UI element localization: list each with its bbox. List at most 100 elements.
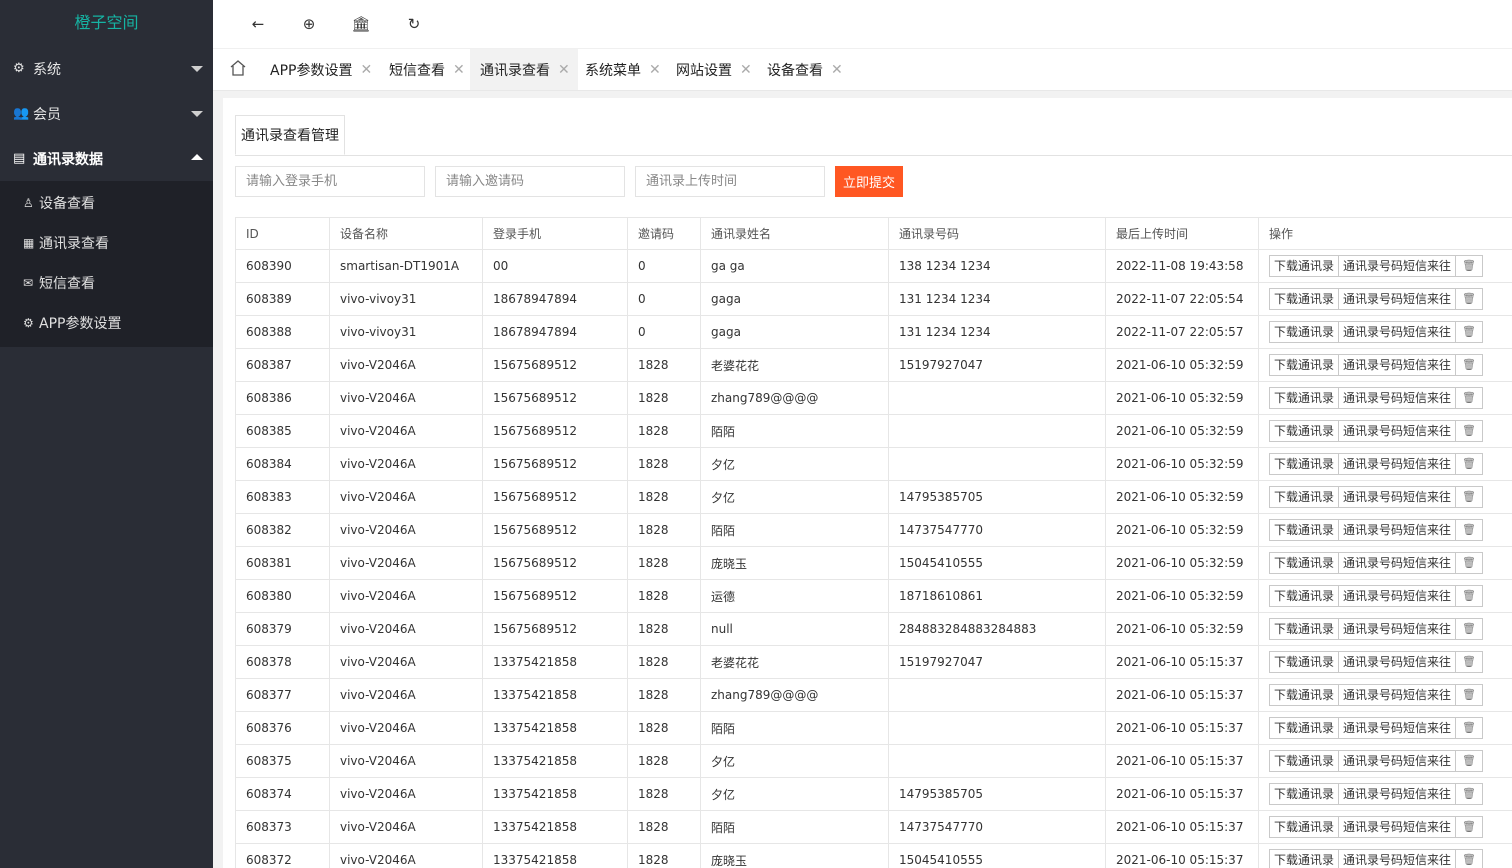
contact-sms-history-button[interactable]: 通讯录号码短信来往 — [1338, 849, 1457, 868]
submit-button[interactable]: 立即提交 — [835, 166, 903, 197]
trash-icon[interactable]: 🗑 — [1455, 255, 1484, 277]
download-contacts-button[interactable]: 下载通讯录 — [1269, 750, 1340, 772]
table-cell: 老婆花花 — [700, 348, 889, 382]
trash-icon[interactable]: 🗑 — [1455, 519, 1484, 541]
download-contacts-button[interactable]: 下载通讯录 — [1269, 321, 1340, 343]
tab-sms[interactable]: 短信查看 ✕ — [379, 49, 467, 90]
table-cell: 13375421858 — [482, 810, 628, 844]
trash-icon[interactable]: 🗑 — [1455, 552, 1484, 574]
close-icon[interactable]: ✕ — [740, 62, 752, 78]
home-icon[interactable] — [229, 59, 247, 77]
trash-icon[interactable]: 🗑 — [1455, 420, 1484, 442]
trash-icon[interactable]: 🗑 — [1455, 585, 1484, 607]
table-cell: 18678947894 — [482, 282, 628, 316]
download-contacts-button[interactable]: 下载通讯录 — [1269, 387, 1340, 409]
contact-sms-history-button[interactable]: 通讯录号码短信来往 — [1338, 552, 1457, 574]
download-contacts-button[interactable]: 下载通讯录 — [1269, 717, 1340, 739]
contact-sms-history-button[interactable]: 通讯录号码短信来往 — [1338, 255, 1457, 277]
download-contacts-button[interactable]: 下载通讯录 — [1269, 618, 1340, 640]
trash-icon[interactable]: 🗑 — [1455, 486, 1484, 508]
trash-icon[interactable]: 🗑 — [1455, 453, 1484, 475]
sidebar-item-devices[interactable]: ♙ 设备查看 — [0, 183, 213, 223]
sidebar-item-app-settings[interactable]: ⚙ APP参数设置 — [0, 303, 213, 343]
close-icon[interactable]: ✕ — [453, 62, 465, 78]
download-contacts-button[interactable]: 下载通讯录 — [1269, 651, 1340, 673]
tab-contacts[interactable]: 通讯录查看 ✕ — [470, 49, 578, 90]
tab-app-settings[interactable]: APP参数设置 ✕ — [260, 49, 375, 90]
trash-icon[interactable]: 🗑 — [1455, 651, 1484, 673]
trash-icon[interactable]: 🗑 — [1455, 684, 1484, 706]
tab-system-menu[interactable]: 系统菜单 ✕ — [575, 49, 665, 90]
trash-icon[interactable]: 🗑 — [1455, 321, 1484, 343]
contact-sms-history-button[interactable]: 通讯录号码短信来往 — [1338, 717, 1457, 739]
close-icon[interactable]: ✕ — [831, 62, 843, 78]
close-icon[interactable]: ✕ — [360, 62, 372, 78]
app-logo[interactable]: 橙子空间 — [0, 0, 213, 46]
download-contacts-button[interactable]: 下载通讯录 — [1269, 519, 1340, 541]
download-contacts-button[interactable]: 下载通讯录 — [1269, 486, 1340, 508]
table-cell: 131 1234 1234 — [888, 282, 1106, 316]
contact-sms-history-button[interactable]: 通讯录号码短信来往 — [1338, 783, 1457, 805]
download-contacts-button[interactable]: 下载通讯录 — [1269, 585, 1340, 607]
download-contacts-button[interactable]: 下载通讯录 — [1269, 420, 1340, 442]
table-cell: 13375421858 — [482, 711, 628, 745]
contact-sms-history-button[interactable]: 通讯录号码短信来往 — [1338, 453, 1457, 475]
contact-sms-history-button[interactable]: 通讯录号码短信来往 — [1338, 651, 1457, 673]
close-icon[interactable]: ✕ — [649, 62, 661, 78]
contact-sms-history-button[interactable]: 通讯录号码短信来往 — [1338, 585, 1457, 607]
refresh-icon[interactable]: ↻ — [403, 13, 425, 35]
trash-icon[interactable]: 🗑 — [1455, 354, 1484, 376]
contact-sms-history-button[interactable]: 通讯录号码短信来往 — [1338, 684, 1457, 706]
tab-label: 设备查看 — [767, 62, 823, 79]
upload-time-input[interactable] — [635, 166, 825, 197]
invite-code-input[interactable] — [435, 166, 625, 197]
table-cell: 1828 — [627, 843, 701, 868]
contact-sms-history-button[interactable]: 通讯录号码短信来往 — [1338, 750, 1457, 772]
tab-devices[interactable]: 设备查看 ✕ — [757, 49, 847, 90]
trash-icon[interactable]: 🗑 — [1455, 618, 1484, 640]
close-icon[interactable]: ✕ — [558, 62, 570, 78]
panel-tab-title[interactable]: 通讯录查看管理 — [235, 115, 345, 155]
contact-sms-history-button[interactable]: 通讯录号码短信来往 — [1338, 288, 1457, 310]
download-contacts-button[interactable]: 下载通讯录 — [1269, 255, 1340, 277]
trash-icon[interactable]: 🗑 — [1455, 849, 1484, 868]
sidebar-item-contacts[interactable]: ▦ 通讯录查看 — [0, 223, 213, 263]
contact-sms-history-button[interactable]: 通讯录号码短信来往 — [1338, 420, 1457, 442]
trash-icon[interactable]: 🗑 — [1455, 816, 1484, 838]
download-contacts-button[interactable]: 下载通讯录 — [1269, 783, 1340, 805]
trash-icon[interactable]: 🗑 — [1455, 750, 1484, 772]
table-cell: 608376 — [235, 711, 330, 745]
download-contacts-button[interactable]: 下载通讯录 — [1269, 552, 1340, 574]
contact-sms-history-button[interactable]: 通讯录号码短信来往 — [1338, 816, 1457, 838]
sidebar-item-sms[interactable]: ✉ 短信查看 — [0, 263, 213, 303]
download-contacts-button[interactable]: 下载通讯录 — [1269, 288, 1340, 310]
table-cell: 15675689512 — [482, 381, 628, 415]
download-contacts-button[interactable]: 下载通讯录 — [1269, 684, 1340, 706]
globe-icon[interactable]: ⊕ — [298, 13, 320, 35]
trash-icon[interactable]: 🗑 — [1455, 783, 1484, 805]
trash-icon[interactable]: 🗑 — [1455, 288, 1484, 310]
download-contacts-button[interactable]: 下载通讯录 — [1269, 354, 1340, 376]
download-contacts-button[interactable]: 下载通讯录 — [1269, 453, 1340, 475]
login-phone-input[interactable] — [235, 166, 425, 197]
contact-sms-history-button[interactable]: 通讯录号码短信来往 — [1338, 519, 1457, 541]
tab-site-settings[interactable]: 网站设置 ✕ — [666, 49, 756, 90]
table-cell: 00 — [482, 249, 628, 283]
nav-group-member[interactable]: 👥 会员 — [0, 91, 213, 136]
contact-sms-history-button[interactable]: 通讯录号码短信来往 — [1338, 618, 1457, 640]
table-cell: 15675689512 — [482, 612, 628, 646]
nav-group-system[interactable]: ⚙ 系统 — [0, 46, 213, 91]
table-cell: 608383 — [235, 480, 330, 514]
table-cell: vivo-V2046A — [329, 711, 483, 745]
trash-icon[interactable]: 🗑 — [1455, 717, 1484, 739]
nav-group-contacts[interactable]: ▤ 通讯录数据 — [0, 136, 213, 181]
download-contacts-button[interactable]: 下载通讯录 — [1269, 849, 1340, 868]
back-icon[interactable]: ← — [247, 13, 269, 35]
contact-sms-history-button[interactable]: 通讯录号码短信来往 — [1338, 321, 1457, 343]
download-contacts-button[interactable]: 下载通讯录 — [1269, 816, 1340, 838]
contact-sms-history-button[interactable]: 通讯录号码短信来往 — [1338, 486, 1457, 508]
trash-icon[interactable]: 🗑 — [1455, 387, 1484, 409]
contact-sms-history-button[interactable]: 通讯录号码短信来往 — [1338, 387, 1457, 409]
contact-sms-history-button[interactable]: 通讯录号码短信来往 — [1338, 354, 1457, 376]
bank-icon[interactable]: 🏛 — [350, 13, 372, 35]
